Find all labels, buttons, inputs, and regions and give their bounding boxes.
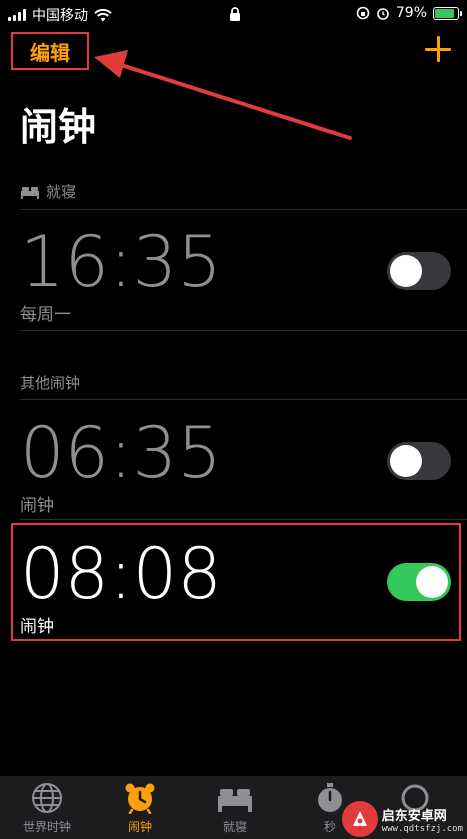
divider [20,209,467,210]
bed-icon [21,186,39,199]
alarm-row[interactable]: 16:35 每周一 [0,222,467,332]
watermark-text: 启东安卓网 www.qdtsfzj.com [382,805,463,834]
alarm-label: 闹钟 [20,496,54,516]
section-bedtime: 就寝 [20,181,76,202]
alarm-time: 06:35 [20,412,222,494]
alarm-toggle[interactable] [387,442,451,480]
tab-label: 秒 [323,820,336,834]
alarm-row[interactable]: 06:35 闹钟 [0,413,467,523]
globe-icon [32,783,62,813]
tab-label: 就寝 [222,820,247,834]
watermark-name: 启东安卓网 [381,808,447,824]
watermark-url: www.qdtsfzj.com [381,823,463,834]
annotation-highlight-box [11,523,461,641]
divider [20,399,467,400]
tab-alarm[interactable]: 闹钟 [105,782,175,835]
bed-icon [218,789,252,812]
section-other-label: 其他闹钟 [20,374,81,392]
page-title: 闹钟 [20,105,97,149]
alarm-toggle[interactable] [387,252,451,290]
section-bedtime-label: 就寝 [46,183,77,201]
divider [20,330,467,331]
divider [20,519,467,520]
alarm-label: 每周一 [20,305,71,325]
watermark-logo-icon [341,801,378,837]
tab-label: 世界时钟 [22,820,71,834]
watermark: 启东安卓网 www.qdtsfzj.com [341,801,463,837]
tab-label: 闹钟 [127,820,152,834]
tab-bedtime[interactable]: 就寝 [200,782,270,835]
alarm-time: 16:35 [20,221,222,303]
tab-world-clock[interactable]: 世界时钟 [12,782,82,835]
section-other: 其他闹钟 [20,372,80,393]
alarm-clock-icon [125,783,155,814]
